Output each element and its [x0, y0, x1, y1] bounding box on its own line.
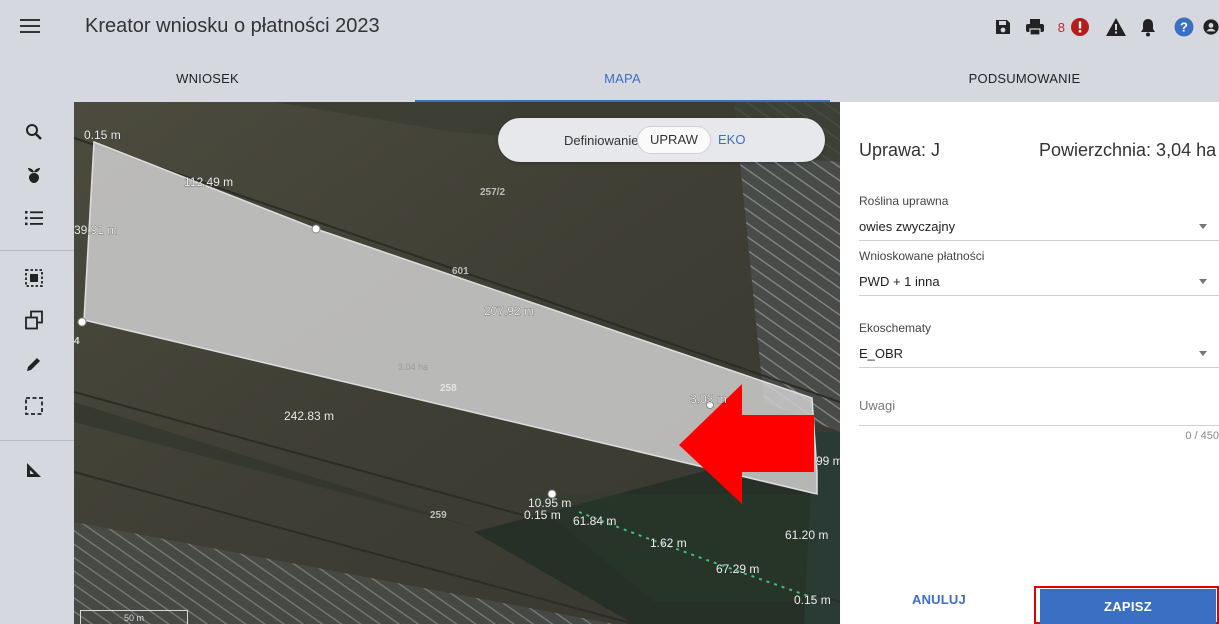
measurement-label: 3.05 m	[690, 392, 727, 406]
map-view[interactable]: 0.15 m 112.49 m 39.91 m 207.92 m 242.83 …	[74, 102, 840, 624]
definition-mode-toggle: Definiowanie UPRAW EKO	[498, 118, 825, 162]
measurement-label: 242.83 m	[284, 409, 334, 423]
parcel-number-label: 257/2	[480, 187, 505, 198]
measurement-label: 99 m	[816, 454, 840, 468]
app-bar: Kreator wniosku o płatności 2023 8 ?	[0, 0, 1219, 54]
notes-char-counter: 0 / 450	[1185, 430, 1219, 442]
draw-rectangle-icon[interactable]	[22, 394, 46, 418]
mode-option-upraw[interactable]: UPRAW	[638, 127, 710, 153]
field-underline	[859, 367, 1219, 368]
crop-select-value[interactable]: owies zwyczajny	[859, 219, 955, 234]
error-icon[interactable]	[1067, 14, 1093, 40]
tool-divider	[0, 440, 74, 441]
measurement-label: 0.15 m	[794, 593, 831, 607]
measurement-label: 0.15 m	[524, 508, 561, 522]
list-icon[interactable]	[22, 206, 46, 230]
main-tabs: WNIOSEK MAPA PODSUMOWANIE	[0, 54, 1219, 102]
parcel-number-label: 259	[430, 510, 447, 521]
field-underline	[859, 425, 1219, 426]
parcel-number-label: 601	[452, 266, 469, 277]
chevron-down-icon[interactable]	[1199, 224, 1207, 229]
notes-label[interactable]: Uwagi	[859, 398, 1219, 413]
measurement-label: 207.92 m	[484, 304, 534, 318]
field-underline	[859, 240, 1219, 241]
parcel-number-label: 258	[440, 383, 457, 394]
cancel-button[interactable]: ANULUJ	[912, 592, 966, 607]
search-icon[interactable]	[22, 120, 46, 144]
vertex-handle[interactable]	[77, 317, 87, 327]
measurement-label: 61.84 m	[573, 514, 616, 528]
mode-toggle-label: Definiowanie	[564, 133, 639, 148]
map-tools-sidebar	[0, 102, 74, 624]
measurement-label: 1.62 m	[650, 536, 687, 550]
measurement-label: 67.29 m	[716, 562, 759, 576]
select-area-icon[interactable]	[22, 266, 46, 290]
payments-select-label: Wnioskowane płatności	[859, 249, 985, 263]
ecoschemes-select-label: Ekoschematy	[859, 321, 932, 335]
toolbar: 8 ?	[990, 14, 1219, 40]
chevron-down-icon[interactable]	[1199, 279, 1207, 284]
save-icon[interactable]	[990, 14, 1016, 40]
pencil-icon[interactable]	[22, 352, 46, 376]
copy-geometry-icon[interactable]	[22, 308, 46, 332]
crop-label: Uprawa: J	[859, 140, 941, 160]
area-label: 3.04 ha	[398, 362, 428, 372]
hamburger-menu-icon[interactable]	[20, 19, 40, 35]
vertex-handle[interactable]	[311, 224, 321, 234]
crop-details-panel: Uprawa: J Powierzchnia: 3,04 ha Roślina …	[840, 112, 1219, 624]
crop-plant-icon[interactable]	[22, 162, 46, 186]
account-icon[interactable]	[1203, 14, 1219, 40]
save-button[interactable]: ZAPISZ	[1040, 589, 1216, 624]
tab-podsumowanie[interactable]: PODSUMOWANIE	[830, 54, 1219, 102]
warning-icon[interactable]	[1103, 14, 1129, 40]
crop-select[interactable]: Roślina uprawna owies zwyczajny	[859, 194, 1219, 241]
measurement-label: 61.20 m	[785, 528, 828, 542]
error-count-badge[interactable]: 8	[1058, 20, 1065, 35]
payments-select[interactable]: Wnioskowane płatności PWD + 1 inna	[859, 249, 1219, 296]
measurement-label: 0.15 m	[84, 128, 121, 142]
map-scale-bar: 50 m	[80, 610, 188, 624]
ecoschemes-select-value[interactable]: E_OBR	[859, 346, 903, 361]
svg-text:?: ?	[1180, 20, 1188, 35]
edge-label: 4	[74, 336, 80, 347]
tool-divider	[0, 250, 74, 251]
help-icon[interactable]: ?	[1171, 14, 1197, 40]
ecoschemes-select[interactable]: Ekoschematy E_OBR	[859, 321, 1219, 368]
bell-icon[interactable]	[1135, 14, 1161, 40]
app-title: Kreator wniosku o płatności 2023	[85, 15, 380, 37]
tab-wniosek[interactable]: WNIOSEK	[0, 54, 415, 102]
measurement-label: 39.91 m	[74, 223, 117, 237]
print-icon[interactable]	[1022, 14, 1048, 40]
measure-icon[interactable]	[22, 458, 46, 482]
map-canvas[interactable]: 0.15 m 112.49 m 39.91 m 207.92 m 242.83 …	[74, 102, 840, 624]
chevron-down-icon[interactable]	[1199, 351, 1207, 356]
tab-mapa[interactable]: MAPA	[415, 54, 830, 102]
notes-field[interactable]: Uwagi	[859, 398, 1219, 426]
crop-select-label: Roślina uprawna	[859, 194, 949, 208]
mode-option-eko[interactable]: EKO	[706, 127, 757, 153]
area-summary: Powierzchnia: 3,04 ha	[1039, 140, 1217, 160]
field-underline	[859, 295, 1219, 296]
measurement-label: 112.49 m	[184, 175, 233, 189]
payments-select-value[interactable]: PWD + 1 inna	[859, 274, 940, 289]
